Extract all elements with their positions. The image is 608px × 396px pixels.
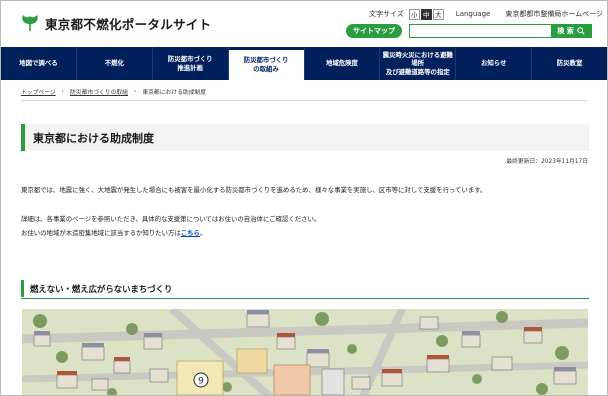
site-logo[interactable]: 東京都不燃化ポータルサイト bbox=[20, 13, 211, 33]
tokyo-ginkgo-logo-icon bbox=[22, 15, 38, 31]
town-illustration-image: 9 bbox=[22, 309, 588, 395]
breadcrumb-divider bbox=[21, 100, 588, 101]
detail-paragraph: 詳細は、各事業のページを参照いただき、具体的な支援策についてはお住いの自治体にご… bbox=[21, 215, 321, 223]
sitemap-button[interactable]: サイトマップ bbox=[346, 24, 402, 38]
search-input[interactable] bbox=[410, 25, 551, 37]
site-title: 東京都不燃化ポータルサイト bbox=[45, 16, 212, 32]
breadcrumb-home[interactable]: トップページ bbox=[21, 87, 56, 96]
section-heading-box: 燃えない・燃え広がらないまちづくり bbox=[21, 280, 589, 297]
page-frame: 東京都不燃化ポータルサイト 文字サイズ 小 中 大 Language 東京都都市… bbox=[0, 0, 608, 396]
section-heading: 燃えない・燃え広がらないまちづくり bbox=[30, 283, 173, 294]
wooden-area-paragraph: お住いの地域が木造密集地域に該当するか知りたい方はこちら。 bbox=[21, 228, 206, 238]
wooden-area-text: お住いの地域が木造密集地域に該当するか知りたい方は bbox=[21, 229, 181, 237]
utility-row: 文字サイズ 小 中 大 Language 東京都都市整備局ホームページ bbox=[369, 8, 603, 20]
nav-item-classroom[interactable]: 防災教室 bbox=[532, 47, 607, 80]
nav-item-fireproofing[interactable]: 不燃化 bbox=[77, 47, 153, 80]
page-title: 東京都における助成制度 bbox=[33, 131, 154, 145]
breadcrumb-initiatives[interactable]: 防災都市づくりの取組 bbox=[70, 87, 128, 96]
search-button[interactable]: 検 索 bbox=[551, 25, 591, 37]
site-header: 東京都不燃化ポータルサイト 文字サイズ 小 中 大 Language 東京都都市… bbox=[1, 1, 607, 47]
section-divider bbox=[21, 298, 589, 299]
search-form: 検 索 bbox=[409, 24, 592, 38]
nav-item-news[interactable]: お知らせ bbox=[456, 47, 533, 80]
search-icon bbox=[576, 27, 585, 35]
font-size-label: 文字サイズ bbox=[369, 10, 404, 18]
nav-item-risk[interactable]: 地域危険度 bbox=[305, 47, 381, 80]
last-updated: 最終更新日：2023年11月17日 bbox=[506, 159, 588, 165]
wooden-area-end: 。 bbox=[199, 229, 207, 237]
nav-item-initiatives[interactable]: 防災都市づくり の取組み bbox=[228, 47, 305, 80]
font-size-large-button[interactable]: 大 bbox=[432, 8, 444, 20]
intro-paragraph: 東京都では、地震に強く、大地震が発生した場合にも被害を最小化する防災都市づくりを… bbox=[21, 186, 487, 194]
nav-item-plan[interactable]: 防災都市づくり 推進計画 bbox=[153, 47, 229, 80]
page-title-box: 東京都における助成制度 bbox=[21, 124, 589, 151]
nav-item-map[interactable]: 地図で調べる bbox=[1, 47, 77, 80]
town-illustration: 9 bbox=[22, 309, 588, 395]
nav-item-evacuation[interactable]: 震災時火災における避難場所 及び避難道路等の指定 bbox=[380, 47, 457, 80]
chevron-right-icon: › bbox=[61, 88, 64, 95]
search-button-label: 検 索 bbox=[557, 27, 574, 35]
bureau-homepage-link[interactable]: 東京都都市整備局ホームページ bbox=[505, 9, 603, 19]
illustration-marker-number: 9 bbox=[198, 377, 204, 387]
language-link[interactable]: Language bbox=[456, 10, 491, 18]
breadcrumb: トップページ › 防災都市づくりの取組 › 東京都における助成制度 bbox=[21, 87, 207, 97]
chevron-right-icon: › bbox=[133, 88, 137, 95]
breadcrumb-current: 東京都における助成制度 bbox=[142, 90, 207, 96]
font-size-small-button[interactable]: 小 bbox=[408, 8, 420, 20]
font-size-medium-button[interactable]: 中 bbox=[420, 8, 432, 20]
wooden-area-link[interactable]: こちら bbox=[181, 229, 200, 237]
global-nav: 地図で調べる 不燃化 防災都市づくり 推進計画 防災都市づくり の取組み 地域危… bbox=[1, 47, 607, 80]
